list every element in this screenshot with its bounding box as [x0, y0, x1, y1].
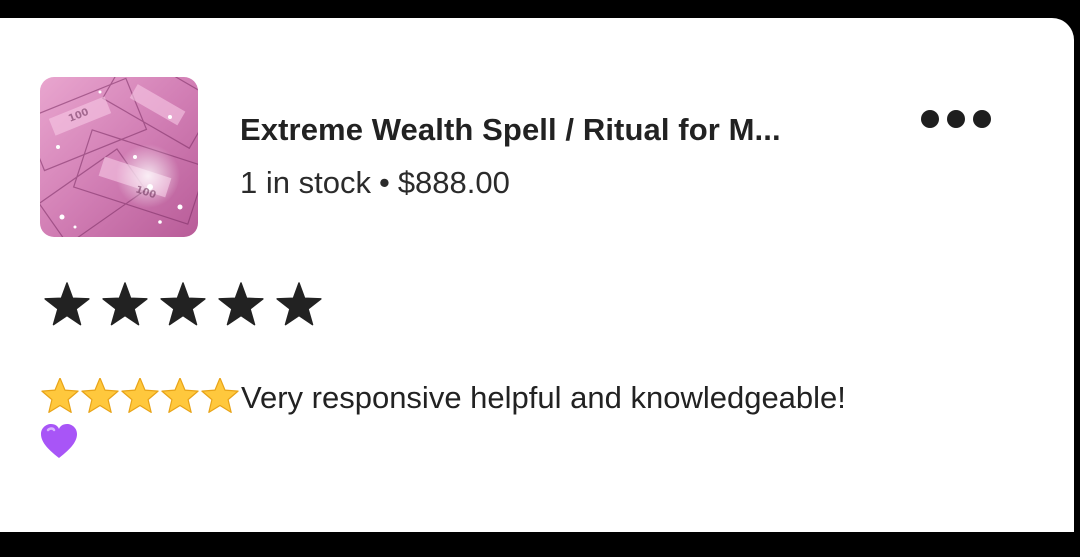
- rating-star-icon: [160, 282, 206, 326]
- star-emoji-icon: [161, 378, 199, 413]
- rating-star-icon: [276, 282, 322, 326]
- price-label: $888.00: [397, 165, 510, 200]
- star-emoji-icon: [81, 378, 119, 413]
- rating-star-icon: [102, 282, 148, 326]
- more-options-icon: [921, 110, 939, 128]
- screen: 100 100 Extreme Wealth Spell / Ritual fo…: [0, 0, 1080, 557]
- review-text-block: Very responsive helpful and knowledgeabl…: [40, 378, 1040, 460]
- more-options-icon: [947, 110, 965, 128]
- star-emoji-icon: [41, 378, 79, 413]
- rating-star-icon: [44, 282, 90, 326]
- star-emoji-icon: [201, 378, 239, 413]
- rating-star-icon: [218, 282, 264, 326]
- star-emoji-group: [40, 378, 240, 414]
- more-options-icon: [973, 110, 991, 128]
- review-text: Very responsive helpful and knowledgeabl…: [241, 380, 846, 415]
- more-options-button[interactable]: [910, 104, 1002, 134]
- meta-separator: •: [378, 165, 390, 200]
- star-emoji-icon: [121, 378, 159, 413]
- listing-meta: 1 in stock • $888.00: [240, 165, 510, 201]
- pink-money-glitter-image: 100 100: [40, 77, 198, 237]
- review-card: 100 100 Extreme Wealth Spell / Ritual fo…: [0, 18, 1074, 532]
- star-rating: [44, 282, 322, 326]
- listing-thumbnail[interactable]: 100 100: [40, 77, 198, 237]
- listing-title[interactable]: Extreme Wealth Spell / Ritual for M...: [240, 112, 781, 148]
- stock-label: 1 in stock: [240, 165, 371, 200]
- purple-heart-icon: [41, 424, 77, 458]
